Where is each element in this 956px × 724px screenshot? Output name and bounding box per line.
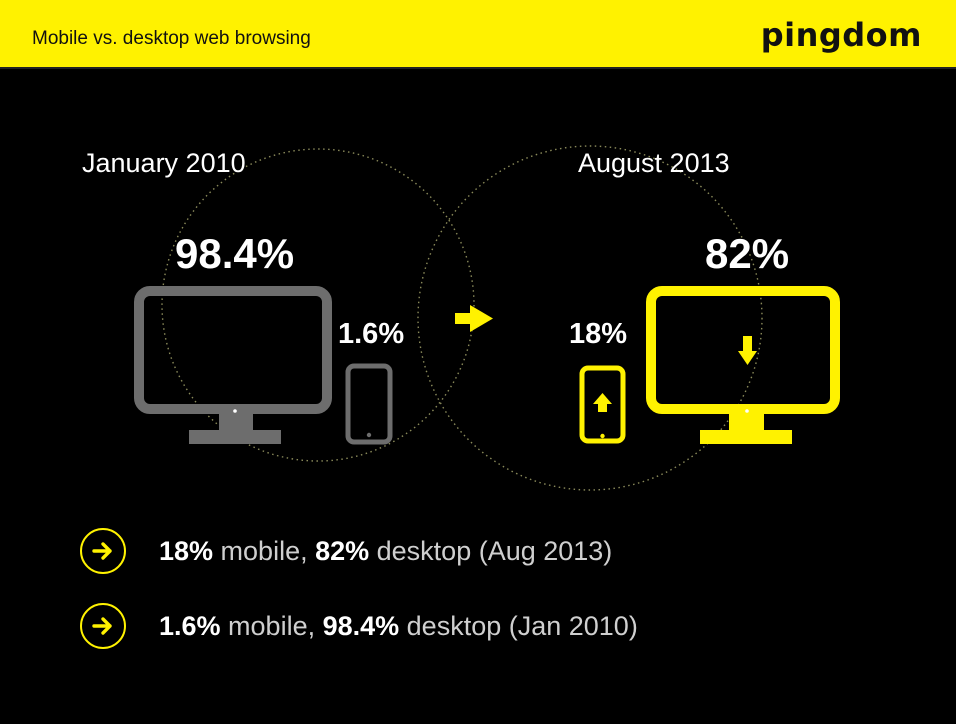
mobile-label: mobile,: [220, 610, 323, 641]
desktop-value: 82%: [315, 535, 370, 566]
mobile-share-before: 1.6%: [338, 318, 405, 350]
arrow-right-icon: [80, 528, 126, 574]
before-circle: [161, 148, 475, 462]
mobile-label: mobile,: [213, 535, 316, 566]
period-label-before: January 2010: [82, 148, 246, 178]
desktop-label: desktop (Jan 2010): [399, 610, 638, 641]
desktop-monitor-icon: [134, 286, 332, 444]
summary-text: 18% mobile, 82% desktop (Aug 2013): [159, 536, 612, 567]
arrow-right-icon: [455, 305, 493, 332]
list-item: 18% mobile, 82% desktop (Aug 2013): [80, 526, 900, 576]
mobile-value: 1.6%: [159, 610, 221, 641]
list-item: 1.6% mobile, 98.4% desktop (Jan 2010): [80, 601, 900, 651]
period-label-after: August 2013: [578, 148, 730, 178]
slide: Mobile vs. desktop web browsing pingdom: [0, 0, 956, 724]
arrow-right-icon: [80, 603, 126, 649]
arrow-down-icon: [738, 336, 757, 365]
smartphone-icon: [345, 363, 393, 445]
desktop-label: desktop (Aug 2013): [369, 535, 613, 566]
mobile-share-after: 18%: [569, 318, 628, 350]
arrow-up-icon: [593, 393, 612, 412]
desktop-value: 98.4%: [322, 610, 400, 641]
desktop-share-after: 82%: [705, 230, 790, 277]
summary-text: 1.6% mobile, 98.4% desktop (Jan 2010): [159, 611, 638, 642]
desktop-monitor-icon: [646, 286, 840, 444]
desktop-share-before: 98.4%: [175, 230, 295, 277]
mobile-value: 18%: [159, 535, 214, 566]
